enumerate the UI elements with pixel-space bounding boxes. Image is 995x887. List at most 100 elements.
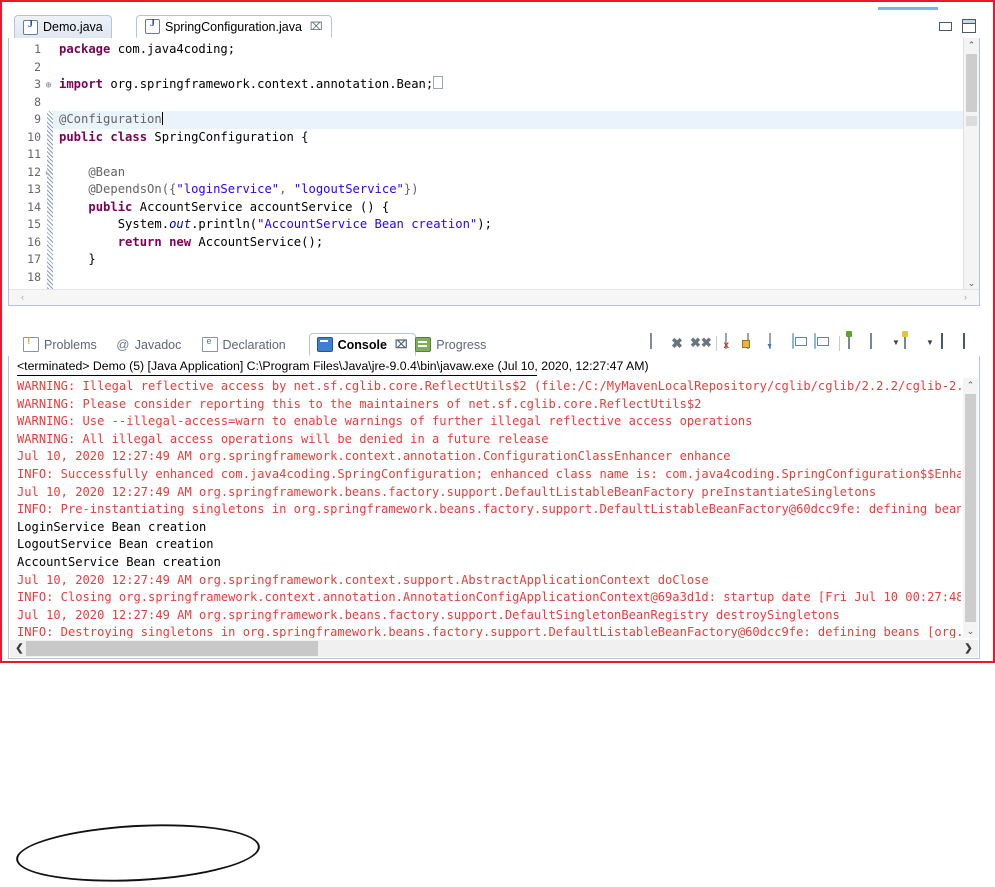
console-view: <terminated> Demo (5) [Java Application]…	[8, 356, 980, 659]
scroll-left-icon[interactable]: ❮	[13, 640, 26, 657]
console-horizontal-scrollbar[interactable]: ❮ ❯	[10, 640, 978, 657]
editor-scroll-thumb[interactable]	[966, 54, 977, 112]
handdrawn-ellipse-annotation	[14, 818, 262, 887]
scroll-right-icon[interactable]: ›	[958, 290, 973, 305]
code-text: @Bean	[59, 164, 125, 182]
maximize-panel-button-glyph	[963, 333, 965, 349]
close-icon[interactable]: ⌧	[310, 20, 323, 33]
display-selected-console-button[interactable]	[870, 333, 888, 352]
open-console-button-glyph	[904, 333, 906, 349]
code-line: 10 public class SpringConfiguration {	[9, 129, 979, 147]
remove-launch-button[interactable]: ✖	[668, 334, 686, 352]
separator-1	[716, 335, 717, 351]
tab-label: Console	[337, 337, 387, 352]
show-console-on-stdout-button-glyph	[792, 333, 794, 349]
clear-console-button[interactable]	[725, 333, 743, 352]
tab-label: Declaration	[222, 337, 286, 352]
code-token: import	[59, 77, 104, 91]
code-line: 14 public AccountService accountService …	[9, 199, 979, 217]
progress-icon	[415, 337, 432, 352]
code-token: "AccountService Bean creation"	[257, 217, 478, 231]
code-line: 12⊖ @Bean	[9, 164, 979, 182]
console-line: INFO: Destroying singletons in org.sprin…	[17, 625, 961, 638]
console-line: WARNING: Use --illegal-access=warn to en…	[17, 414, 753, 429]
scroll-up-icon[interactable]: ⌃	[964, 38, 979, 52]
terminate-button-glyph	[650, 333, 652, 349]
scroll-down-icon[interactable]: ⌄	[963, 624, 978, 638]
console-status-line: <terminated> Demo (5) [Java Application]…	[17, 359, 649, 373]
show-console-on-stdout-button[interactable]	[791, 333, 809, 352]
word-wrap-button-glyph	[769, 333, 771, 349]
console-icon	[316, 337, 333, 352]
fold-toggle-icon[interactable]: ⊕	[43, 77, 54, 95]
tab-declaration[interactable]: Declaration	[195, 333, 293, 356]
code-token: AccountService();	[191, 234, 324, 249]
console-line: LoginService Bean creation	[17, 519, 207, 534]
code-token: public class	[59, 129, 148, 144]
scroll-left-icon[interactable]: ‹	[15, 290, 30, 305]
console-line: WARNING: Please consider reporting this …	[17, 396, 702, 411]
minimize-panel-button[interactable]	[938, 333, 956, 352]
line-number: 12	[27, 164, 41, 179]
line-number: 16	[27, 234, 41, 249]
tab-problems[interactable]: Problems	[16, 333, 104, 356]
editor-part: Demo.java SpringConfiguration.java ⌧ 1 pa…	[8, 7, 980, 325]
editor-window-buttons	[939, 19, 976, 33]
code-token: return new	[117, 234, 192, 249]
tab-console[interactable]: Console ⌧	[308, 333, 416, 356]
console-line: Jul 10, 2020 12:27:49 AM org.springframe…	[17, 449, 731, 464]
code-token: .println(	[191, 217, 258, 231]
code-token: SpringConfiguration {	[147, 129, 309, 144]
editor-vertical-scrollbar[interactable]: ⌃ ⌄	[963, 38, 979, 290]
code-token: @Configuration	[59, 112, 162, 126]
minimize-panel-button-glyph	[941, 333, 943, 349]
editor-horizontal-scrollbar[interactable]: ‹ ›	[9, 289, 979, 305]
code-line: 8	[9, 94, 979, 112]
editor-tab-label: SpringConfiguration.java	[165, 19, 302, 34]
console-line: AccountService Bean creation	[17, 554, 221, 569]
console-line: WARNING: All illegal access operations w…	[17, 431, 549, 446]
line-number: 10	[27, 129, 41, 144]
code-text: import org.springframework.context.annot…	[59, 76, 444, 94]
maximize-panel-button[interactable]	[960, 333, 978, 352]
minimize-icon[interactable]	[939, 21, 952, 31]
scroll-right-icon[interactable]: ❯	[962, 640, 975, 657]
tab-progress[interactable]: Progress	[408, 333, 493, 356]
editor-tab-springconfiguration[interactable]: SpringConfiguration.java ⌧	[136, 15, 332, 38]
code-area[interactable]: 1 package com.java4coding; 2 3 ⊕ import org.s…	[9, 38, 979, 305]
remove-all-terminated-button[interactable]: ✖✖	[690, 334, 712, 352]
pin-console-button[interactable]	[848, 333, 866, 352]
tab-javadoc[interactable]: @ Javadoc	[109, 333, 189, 356]
code-token: @DependsOn({	[59, 182, 177, 196]
code-text: package com.java4coding;	[59, 41, 235, 59]
editor-tab-demo[interactable]: Demo.java	[14, 15, 112, 38]
close-icon[interactable]: ⌧	[395, 338, 408, 351]
console-vertical-scrollbar[interactable]: ⌃ ⌄	[963, 378, 978, 638]
editor-drag-hint	[878, 7, 938, 10]
editor-tab-bar: Demo.java SpringConfiguration.java ⌧	[8, 15, 980, 40]
tab-label: Problems	[44, 337, 97, 352]
open-console-button[interactable]	[904, 333, 922, 352]
scroll-up-icon[interactable]: ⌃	[963, 378, 978, 392]
collapsed-import-placeholder[interactable]	[433, 76, 444, 89]
scroll-lock-button[interactable]	[747, 333, 765, 352]
show-console-on-stderr-button[interactable]	[813, 333, 831, 352]
terminate-button[interactable]	[646, 333, 664, 352]
console-scroll-thumb[interactable]	[965, 394, 976, 622]
java-file-icon	[145, 18, 160, 34]
editor-body: 1 package com.java4coding; 2 3 ⊕ import org.s…	[8, 38, 980, 306]
open-console-dropdown[interactable]: ▼	[926, 334, 934, 352]
code-token: @Bean	[59, 164, 126, 179]
word-wrap-button[interactable]	[769, 333, 787, 352]
maximize-icon[interactable]	[962, 19, 976, 33]
code-line: 11	[9, 146, 979, 164]
console-output[interactable]: WARNING: Illegal reflective access by ne…	[17, 378, 961, 638]
console-line: INFO: Successfully enhanced com.java4cod…	[17, 466, 961, 481]
declaration-icon	[201, 336, 218, 352]
bottom-panel-tab-bar: ✖✖✖ ▼ ▼ Problems @ Javadoc Declaration Console…	[8, 331, 980, 357]
console-hscroll-thumb[interactable]	[26, 641, 318, 656]
code-token: public	[88, 199, 133, 214]
code-token: out	[169, 217, 192, 231]
scroll-down-icon[interactable]: ⌄	[964, 276, 979, 290]
display-selected-console-dropdown[interactable]: ▼	[892, 334, 900, 352]
